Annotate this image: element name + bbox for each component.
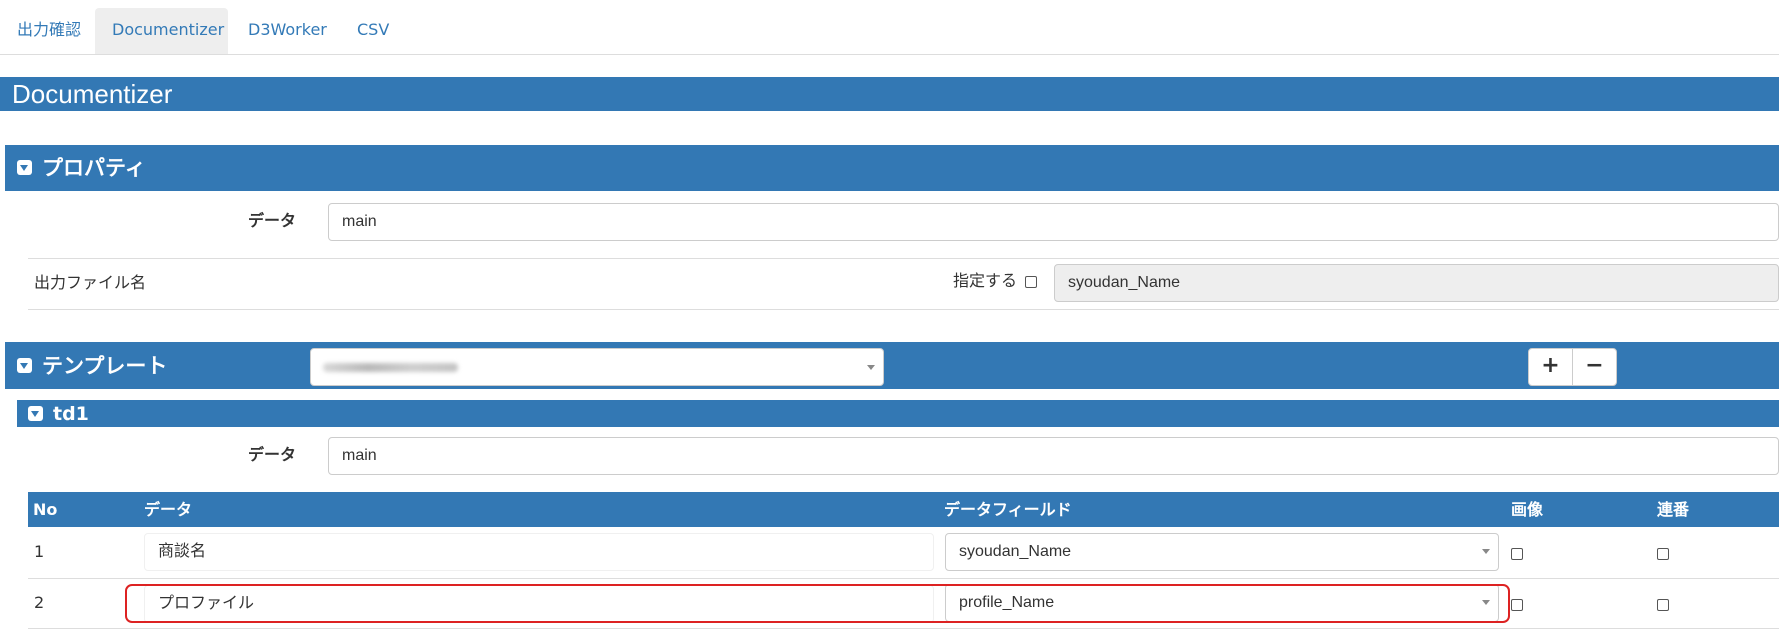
column-header-data: データ bbox=[144, 500, 193, 519]
tab-csv[interactable]: CSV bbox=[340, 8, 406, 54]
tab-bar: 出力確認 Documentizer D3Worker CSV bbox=[0, 0, 1779, 55]
row-field-value: syoudan_Name bbox=[959, 543, 1072, 560]
collapse-toggle-icon[interactable] bbox=[17, 160, 32, 175]
tab-documentizer[interactable]: Documentizer bbox=[95, 8, 228, 54]
chevron-down-icon bbox=[1482, 549, 1490, 554]
row-no: 2 bbox=[34, 593, 45, 612]
page-title: Documentizer bbox=[12, 79, 173, 109]
image-checkbox[interactable] bbox=[1511, 599, 1523, 611]
divider bbox=[28, 578, 1779, 579]
column-header-field: データフィールド bbox=[944, 500, 1072, 519]
properties-data-input[interactable]: main bbox=[328, 203, 1779, 241]
table-header: No データ データフィールド 画像 連番 bbox=[28, 492, 1779, 527]
specify-checkbox[interactable] bbox=[1025, 276, 1037, 288]
redacted-value bbox=[323, 363, 458, 372]
specify-label: 指定する bbox=[953, 271, 1018, 290]
divider bbox=[28, 309, 1779, 310]
add-template-button[interactable]: + bbox=[1528, 348, 1573, 386]
remove-template-button[interactable]: − bbox=[1572, 348, 1617, 386]
page-title-bar: Documentizer bbox=[0, 77, 1779, 111]
output-filename-label: 出力ファイル名 bbox=[34, 273, 147, 292]
collapse-toggle-icon[interactable] bbox=[17, 358, 32, 373]
divider bbox=[28, 258, 1779, 259]
serial-checkbox[interactable] bbox=[1657, 548, 1669, 560]
chevron-down-icon bbox=[867, 365, 875, 370]
divider bbox=[28, 628, 1779, 629]
collapse-toggle-icon[interactable] bbox=[28, 406, 43, 421]
tab-d3worker[interactable]: D3Worker bbox=[231, 8, 344, 54]
template-header: テンプレート bbox=[5, 342, 1779, 389]
td1-data-input[interactable]: main bbox=[328, 437, 1779, 475]
tab-output-check[interactable]: 出力確認 bbox=[0, 8, 98, 54]
column-header-serial: 連番 bbox=[1657, 500, 1690, 519]
properties-title: プロパティ bbox=[42, 156, 146, 180]
td1-header: td1 bbox=[17, 400, 1779, 427]
td1-title: td1 bbox=[53, 403, 89, 425]
image-checkbox[interactable] bbox=[1511, 548, 1523, 560]
row-field-select[interactable]: syoudan_Name bbox=[945, 533, 1499, 571]
td1-data-label: データ bbox=[248, 445, 297, 464]
serial-checkbox[interactable] bbox=[1657, 599, 1669, 611]
properties-data-label: データ bbox=[248, 211, 297, 230]
highlight-annotation bbox=[125, 584, 1510, 623]
column-header-no: No bbox=[33, 500, 58, 519]
template-title: テンプレート bbox=[42, 354, 168, 378]
column-header-image: 画像 bbox=[1511, 500, 1544, 519]
row-no: 1 bbox=[34, 542, 45, 561]
template-button-group: + − bbox=[1528, 348, 1618, 386]
output-filename-select[interactable]: syoudan_Name bbox=[1054, 264, 1779, 302]
properties-header: プロパティ bbox=[5, 145, 1779, 191]
row-data-input[interactable]: 商談名 bbox=[144, 533, 934, 571]
template-select[interactable] bbox=[310, 348, 884, 386]
